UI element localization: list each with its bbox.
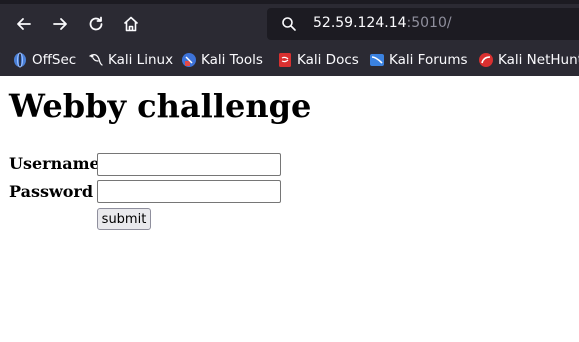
bookmark-kali-docs[interactable]: Kali Docs [277,48,359,72]
home-icon [123,16,139,32]
username-label: Username [9,154,100,173]
url-text[interactable]: 52.59.124.14:5010/ [313,15,452,31]
forward-button[interactable] [47,11,73,37]
browser-chrome: 52.59.124.14:5010/ OffSec Kali Linux Kal… [0,0,579,76]
bookmark-kali-nethunter[interactable]: Kali NetHunter [478,48,579,72]
password-label: Password [9,182,94,201]
bookmark-label: Kali Tools [201,52,263,68]
password-input[interactable] [97,180,281,203]
reload-button[interactable] [83,11,109,37]
bookmark-offsec[interactable]: OffSec [12,48,76,72]
url-port: :5010/ [406,15,452,31]
bookmark-label: Kali Forums [389,52,468,68]
bookmark-label: OffSec [32,52,77,68]
bookmarks-toolbar: OffSec Kali Linux Kali Tools Kali Docs K… [0,48,579,72]
bookmark-label: Kali Linux [108,52,174,68]
home-button[interactable] [118,11,144,37]
bookmark-kali-tools[interactable]: Kali Tools [181,48,263,72]
arrow-left-icon [17,18,31,30]
kali-docs-icon [277,52,293,68]
submit-button[interactable]: submit [97,208,151,230]
search-icon [282,17,296,31]
kali-dragon-icon [88,52,104,68]
bookmark-kali-forums[interactable]: Kali Forums [369,48,468,72]
offsec-icon [12,52,28,68]
username-input[interactable] [97,153,281,176]
kali-nethunter-icon [478,52,494,68]
arrow-right-icon [53,18,67,30]
bookmark-label: Kali Docs [297,52,359,68]
kali-tools-icon [181,52,197,68]
page-title: Webby challenge [9,87,312,125]
kali-forums-icon [369,52,385,68]
bookmark-kali-linux[interactable]: Kali Linux [88,48,173,72]
url-bar[interactable]: 52.59.124.14:5010/ [267,8,579,40]
reload-icon [89,16,103,31]
url-host: 52.59.124.14 [313,15,407,31]
tab-strip [0,0,579,4]
bookmark-label: Kali NetHunter [498,52,579,68]
back-button[interactable] [11,11,37,37]
